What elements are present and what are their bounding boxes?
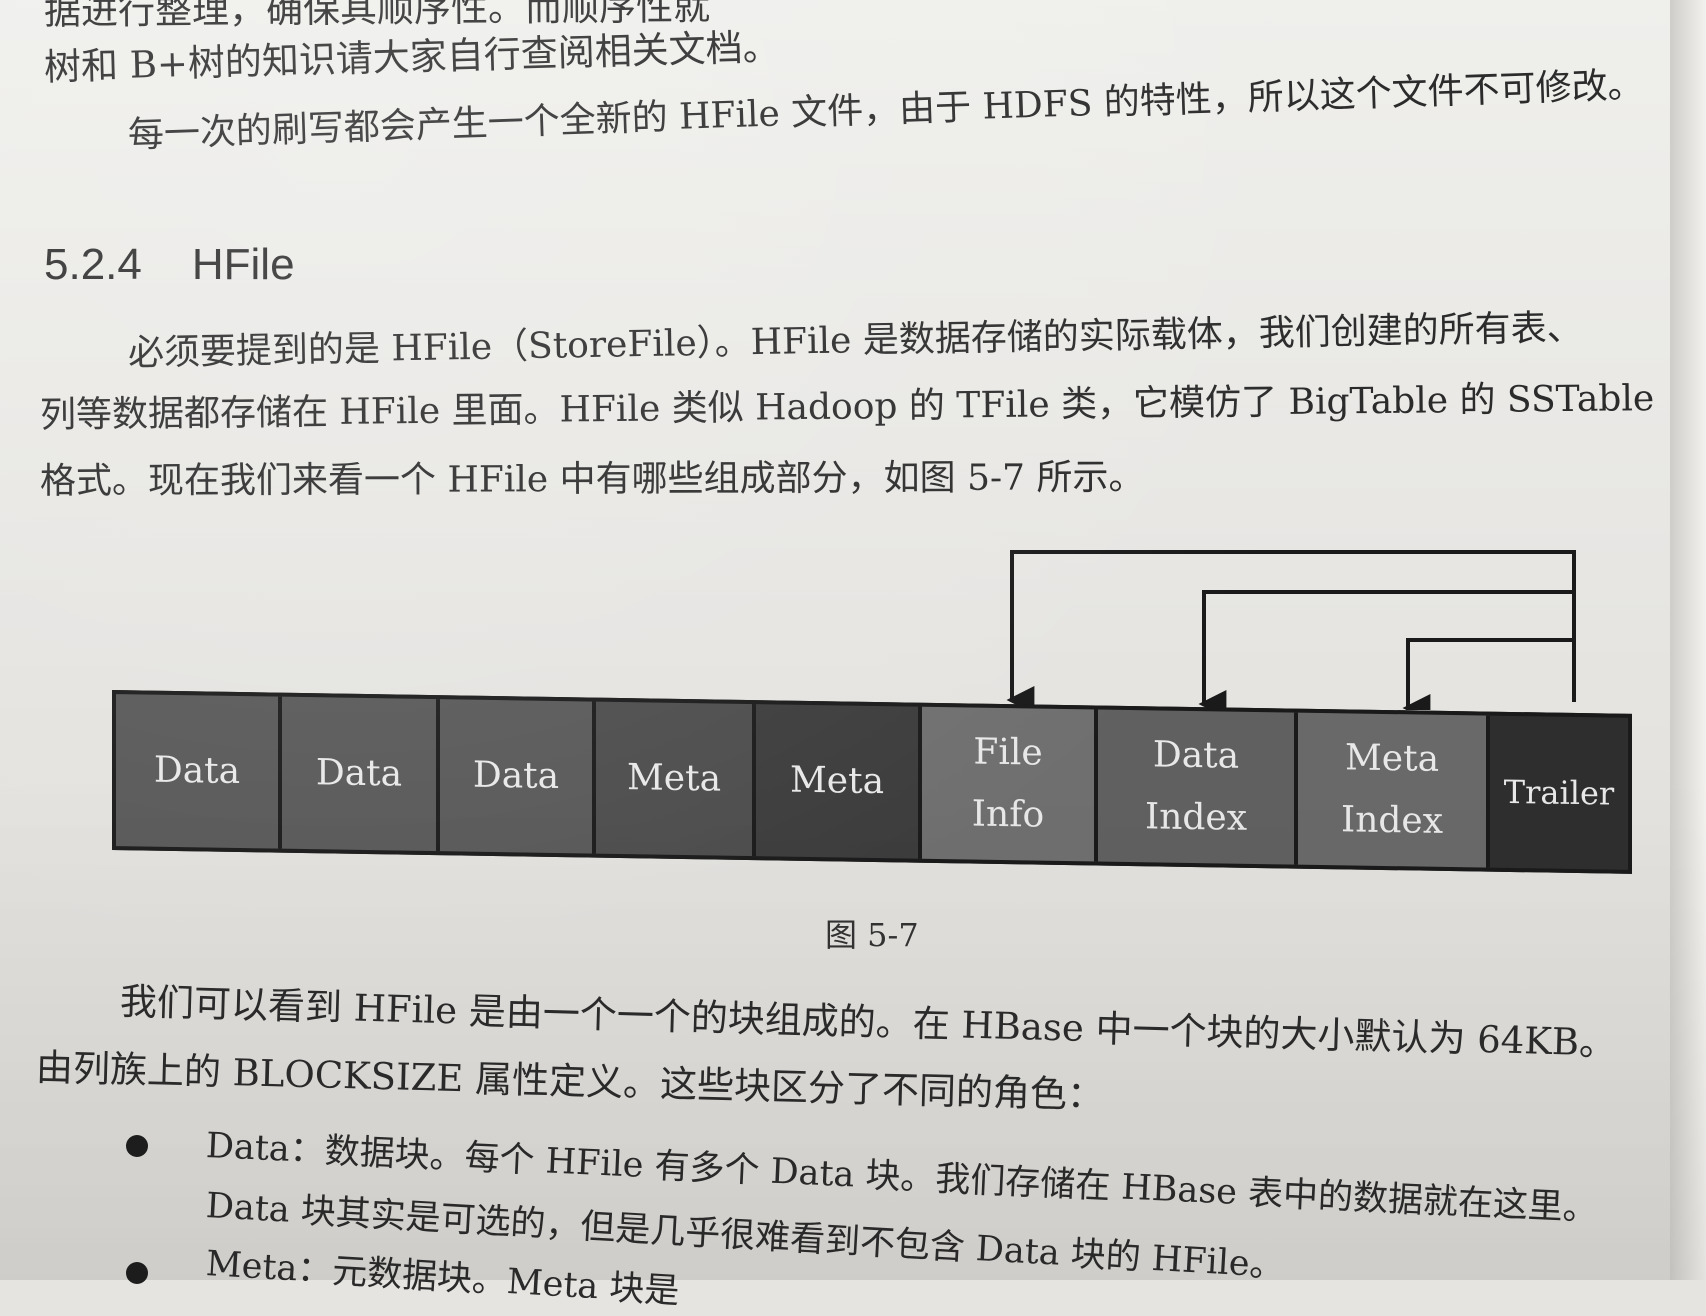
section-heading: 5.2.4 HFile	[44, 240, 295, 290]
arrow-to-meta-index	[1402, 638, 1574, 710]
block-meta-index: Meta Index	[1298, 712, 1490, 868]
block-data-2: Data	[282, 696, 440, 852]
block-data-index: Data Index	[1098, 709, 1298, 865]
block-data-3: Data	[440, 699, 596, 854]
block-file-info: File Info	[922, 706, 1098, 862]
figure-caption: 图 5-7	[825, 916, 919, 954]
paragraph-1-line-2: 列等数据都存储在 HFile 里面。HFile 类似 Hadoop 的 TFil…	[39, 378, 1655, 436]
section-title: HFile	[191, 240, 295, 289]
page-edge	[1670, 0, 1706, 1280]
section-number: 5.2.4	[44, 240, 142, 289]
bullet-marker	[126, 1135, 148, 1157]
paragraph-1-line-1: 必须要提到的是 HFile（StoreFile）。HFile 是数据存储的实际载…	[127, 307, 1584, 374]
hfile-structure-diagram: Data Data Data Meta Meta File Info Data In…	[112, 540, 1632, 900]
block-meta-1: Meta	[596, 701, 756, 857]
block-meta-2: Meta	[756, 704, 922, 859]
hfile-block-bar: Data Data Data Meta Meta File Info Data In…	[112, 690, 1632, 874]
paragraph-2-line-2: 由列族上的 BLOCKSIZE 属性定义。这些块区分了不同的角色：	[35, 1046, 1105, 1117]
bullet-marker	[126, 1262, 148, 1284]
book-page: 据进行整理，确保其顺序性。而顺序性就 树和 B+树的知识请大家自行查阅相关文档。…	[0, 0, 1670, 1312]
block-trailer: Trailer	[1490, 715, 1628, 870]
paragraph-1-line-3: 格式。现在我们来看一个 HFile 中有哪些组成部分，如图 5-7 所示。	[39, 457, 1145, 502]
arrow-to-data-index	[1198, 590, 1574, 710]
arrow-to-file-info	[1006, 550, 1576, 710]
block-data-1: Data	[116, 694, 282, 849]
pointer-arrows	[1006, 550, 1576, 710]
